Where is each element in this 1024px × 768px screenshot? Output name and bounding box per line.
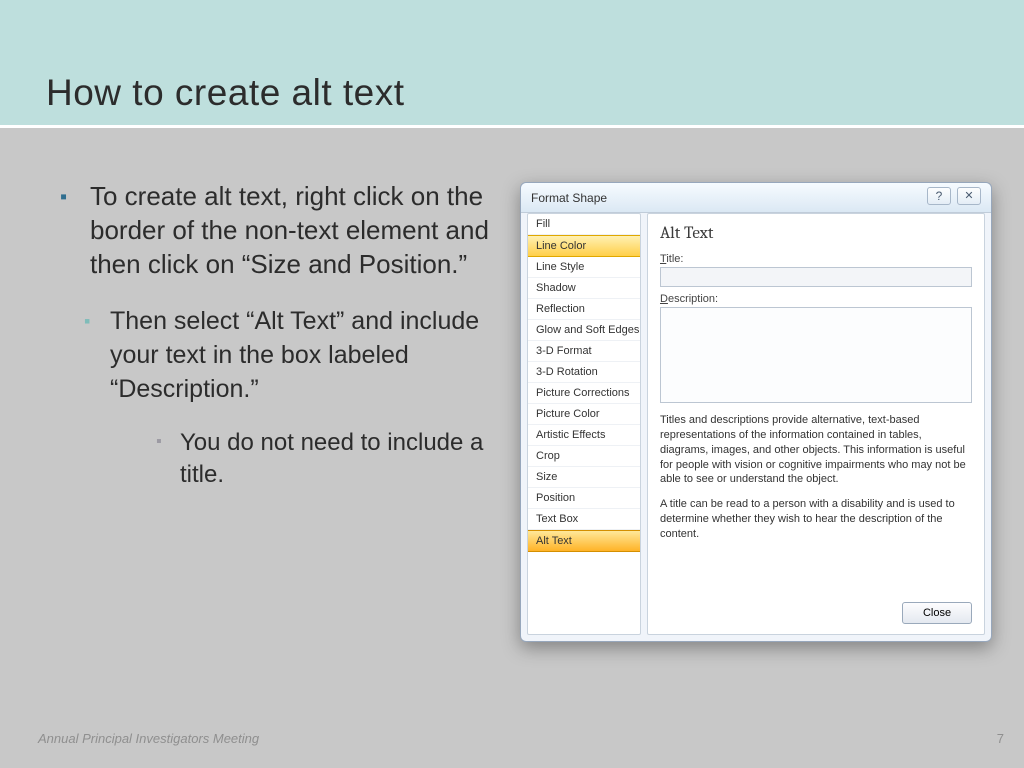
category-item[interactable]: 3-D Rotation xyxy=(528,362,640,383)
slide: How to create alt text To create alt tex… xyxy=(0,0,1024,768)
category-item[interactable]: Line Style xyxy=(528,257,640,278)
category-item[interactable]: Artistic Effects xyxy=(528,425,640,446)
pane-heading: Alt Text xyxy=(660,224,972,243)
close-icon[interactable]: ✕ xyxy=(957,187,981,205)
bullet-level-2: Then select “Alt Text” and include your … xyxy=(60,305,500,406)
category-item[interactable]: Picture Corrections xyxy=(528,383,640,404)
category-item[interactable]: Alt Text xyxy=(528,530,640,552)
category-item[interactable]: Crop xyxy=(528,446,640,467)
bullet-level-1: To create alt text, right click on the b… xyxy=(60,180,500,281)
footer-text: Annual Principal Investigators Meeting xyxy=(38,731,259,746)
description-label: Description: xyxy=(660,293,972,305)
slide-content: To create alt text, right click on the b… xyxy=(60,180,500,491)
dialog-titlebar[interactable]: Format Shape ? ✕ xyxy=(521,183,991,213)
help-icon[interactable]: ? xyxy=(927,187,951,205)
category-item[interactable]: Glow and Soft Edges xyxy=(528,320,640,341)
page-number: 7 xyxy=(997,731,1004,746)
title-label: Title: xyxy=(660,253,972,265)
category-item[interactable]: Shadow xyxy=(528,278,640,299)
category-item[interactable]: Position xyxy=(528,488,640,509)
category-item[interactable]: Reflection xyxy=(528,299,640,320)
category-item[interactable]: Line Color xyxy=(528,235,640,257)
close-button[interactable]: Close xyxy=(902,602,972,624)
title-input[interactable] xyxy=(660,267,972,287)
slide-title: How to create alt text xyxy=(46,72,405,114)
format-shape-dialog: Format Shape ? ✕ FillLine ColorLine Styl… xyxy=(520,182,992,642)
info-paragraph-2: A title can be read to a person with a d… xyxy=(660,497,972,542)
category-item[interactable]: Picture Color xyxy=(528,404,640,425)
category-item[interactable]: Fill xyxy=(528,214,640,235)
info-paragraph-1: Titles and descriptions provide alternat… xyxy=(660,413,972,487)
alt-text-pane: Alt Text Title: Description: Titles and … xyxy=(647,213,985,635)
category-item[interactable]: Size xyxy=(528,467,640,488)
category-item[interactable]: Text Box xyxy=(528,509,640,530)
bullet-level-3: You do not need to include a title. xyxy=(60,427,500,492)
category-list: FillLine ColorLine StyleShadowReflection… xyxy=(527,213,641,635)
description-textarea[interactable] xyxy=(660,307,972,403)
category-item[interactable]: 3-D Format xyxy=(528,341,640,362)
dialog-title-text: Format Shape xyxy=(531,191,607,205)
